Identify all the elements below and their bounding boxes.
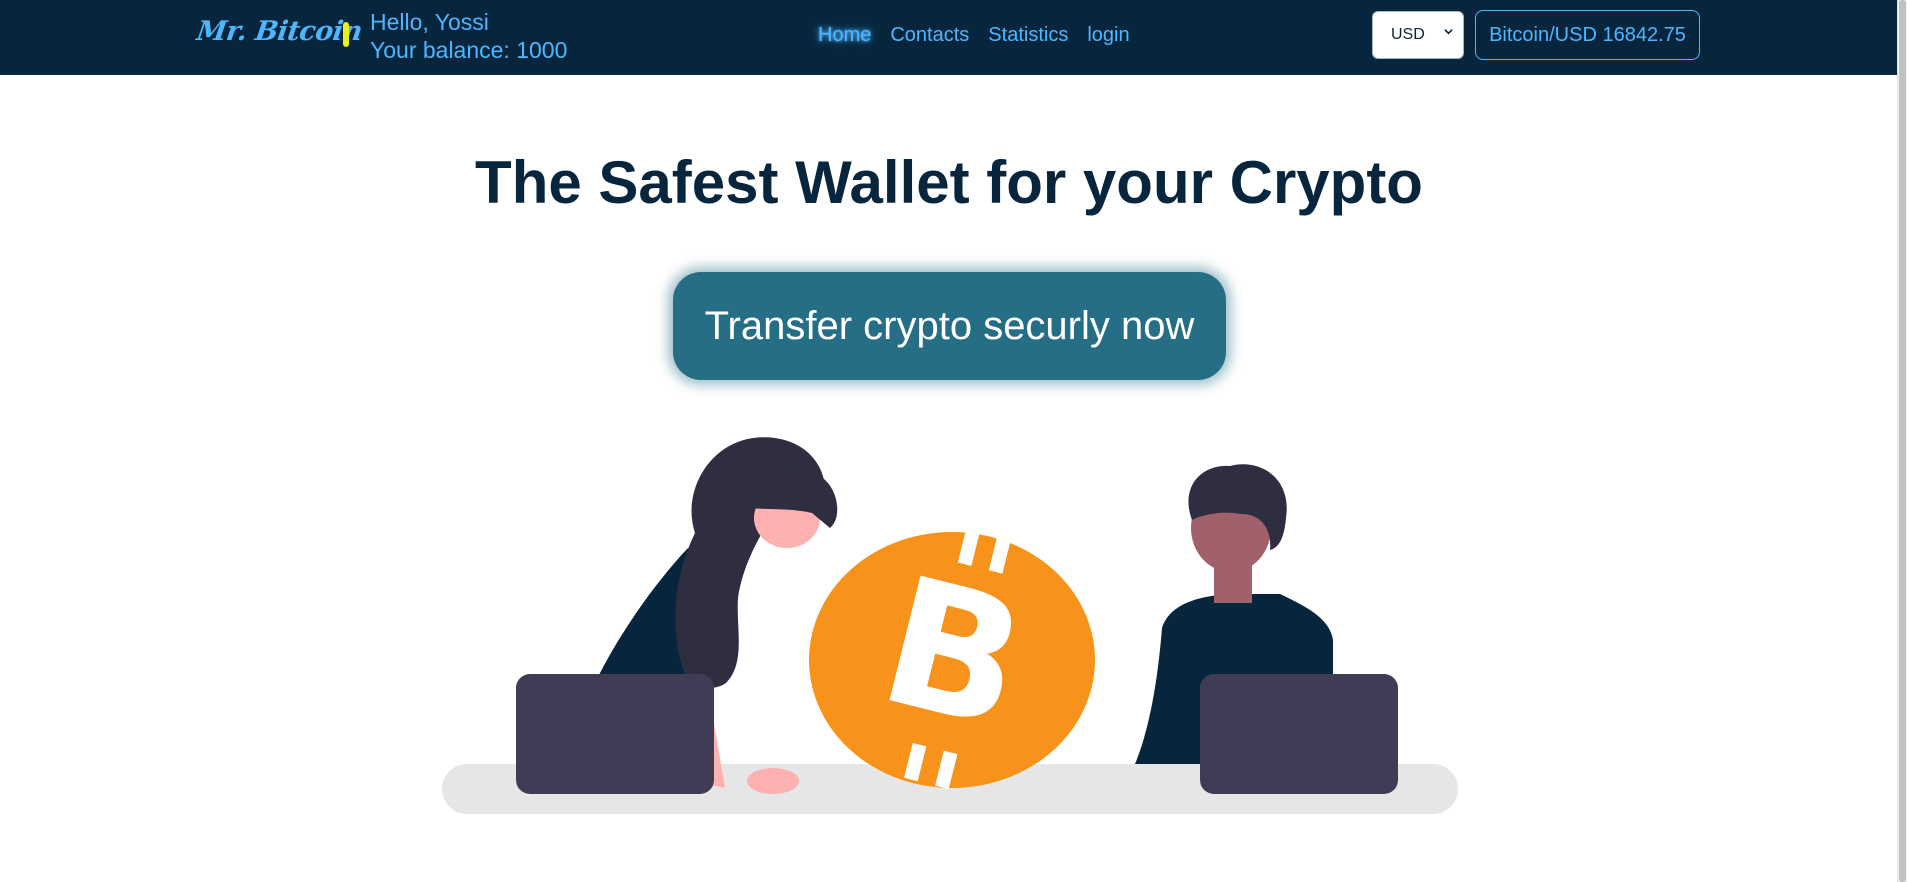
app-logo[interactable]: Mr. Bitcoin <box>195 16 364 47</box>
logo-divider <box>343 22 349 47</box>
top-navbar: Mr. Bitcoin Hello, Yossi Your balance: 1… <box>0 0 1898 75</box>
bitcoin-rate-badge: Bitcoin/USD 16842.75 <box>1475 10 1700 60</box>
currency-selected-value: USD <box>1391 26 1425 43</box>
nav-contacts-link[interactable]: Contacts <box>890 22 969 48</box>
nav-statistics-link[interactable]: Statistics <box>988 22 1068 48</box>
user-greeting: Hello, Yossi Your balance: 1000 <box>370 8 567 64</box>
nav-login-link[interactable]: login <box>1087 22 1129 48</box>
currency-select[interactable]: USD <box>1372 11 1464 59</box>
chevron-down-icon <box>1444 29 1453 35</box>
page-scrollbar-track[interactable] <box>1897 0 1907 882</box>
bitcoin-icon: B <box>809 527 1095 790</box>
balance-text: Your balance: 1000 <box>370 37 568 63</box>
main-nav: Home Contacts Statistics login <box>818 22 1130 48</box>
woman-laptop <box>516 674 714 794</box>
nav-home-link[interactable]: Home <box>818 22 871 48</box>
crypto-transfer-illustration: B <box>442 437 1458 814</box>
man-laptop <box>1200 674 1398 794</box>
transfer-crypto-button[interactable]: Transfer crypto securly now <box>673 272 1226 380</box>
page-scrollbar-thumb[interactable] <box>1899 0 1906 882</box>
hero-title: The Safest Wallet for your Crypto <box>475 149 1423 216</box>
greeting-text: Hello, Yossi <box>370 9 489 35</box>
